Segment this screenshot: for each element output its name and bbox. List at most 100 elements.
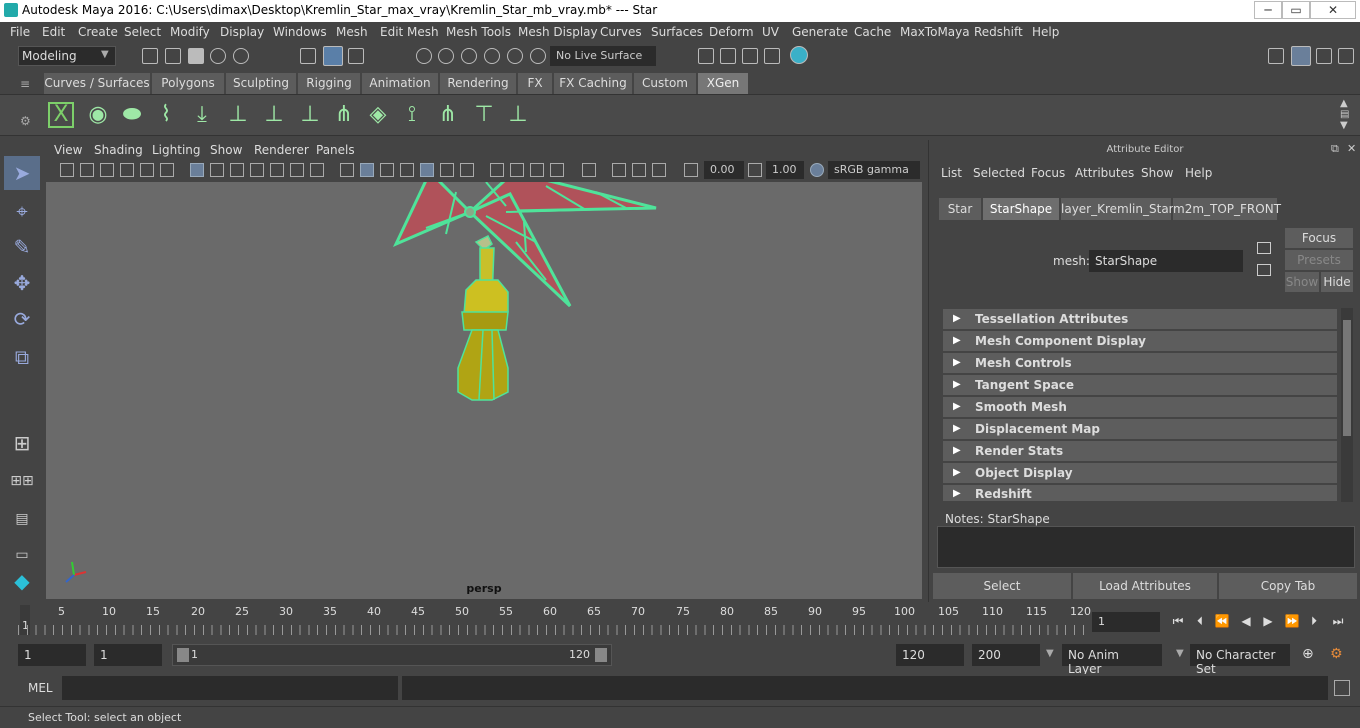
resolution-gate-icon[interactable] (230, 163, 244, 177)
snap-point-icon[interactable] (461, 48, 477, 64)
safe-title-icon[interactable] (310, 163, 324, 177)
ambient-occlusion-icon[interactable] (612, 163, 626, 177)
attribute-editor-toggle-icon[interactable] (1291, 46, 1311, 66)
snap-live-icon[interactable] (507, 48, 523, 64)
go-to-start-icon[interactable]: ⏮ (1168, 612, 1188, 630)
range-start-handle[interactable] (177, 648, 189, 662)
anti-aliasing-icon[interactable] (652, 163, 666, 177)
select-by-component-icon[interactable] (348, 48, 364, 64)
section-tessellation-attributes[interactable]: ▶ Tessellation Attributes (943, 309, 1337, 329)
history-icon[interactable] (530, 48, 546, 64)
menu-help[interactable]: Help (1032, 25, 1059, 39)
vp-menu-panels[interactable]: Panels (316, 143, 355, 157)
four-view-layout-icon[interactable]: ⊞⊞ (4, 464, 40, 498)
menu-curves[interactable]: Curves (600, 25, 642, 39)
shelf-options-gear-icon[interactable]: ⚙ (20, 114, 31, 128)
range-end-handle[interactable] (595, 648, 607, 662)
2d-pan-zoom-icon[interactable] (140, 163, 154, 177)
open-scene-icon[interactable] (165, 48, 181, 64)
xgen-splines-icon[interactable]: ⋔ (330, 100, 358, 130)
smooth-shade-icon[interactable] (360, 163, 374, 177)
animation-end-field[interactable]: 200 (972, 644, 1040, 666)
tab-xgen[interactable]: XGen (698, 73, 748, 94)
grid-toggle-icon[interactable] (190, 163, 204, 177)
single-view-layout-icon[interactable]: ⊞ (4, 426, 40, 460)
shelf-scroll-icon[interactable]: ▲ ▤ ▼ (1340, 98, 1349, 131)
xgen-editor-icon[interactable]: X (48, 102, 74, 128)
menu-mesh-tools[interactable]: Mesh Tools (446, 25, 511, 39)
range-slider[interactable]: 1 120 (172, 644, 612, 666)
menu-edit-mesh[interactable]: Edit Mesh (380, 25, 439, 39)
menuset-dropdown[interactable]: Modeling ▼ (18, 46, 116, 66)
section-displacement-map[interactable]: ▶ Displacement Map (943, 419, 1337, 439)
wireframe-icon[interactable] (340, 163, 354, 177)
section-render-stats[interactable]: ▶ Render Stats (943, 441, 1337, 461)
use-all-lights-icon[interactable] (440, 163, 454, 177)
chevron-down-icon[interactable]: ▼ (1046, 648, 1054, 659)
gamma-field[interactable]: 1.00 (766, 161, 804, 179)
xray-active-icon[interactable] (510, 163, 524, 177)
menu-cache[interactable]: Cache (854, 25, 891, 39)
xgen-lock-icon[interactable]: ⊥ (296, 100, 324, 130)
film-gate-icon[interactable] (210, 163, 224, 177)
star-model[interactable] (46, 182, 922, 599)
backface-culling-icon[interactable] (550, 163, 564, 177)
menu-mesh[interactable]: Mesh (336, 25, 368, 39)
animation-start-field[interactable]: 1 (18, 644, 86, 666)
xray-joints-icon[interactable] (530, 163, 544, 177)
xgen-layer-icon[interactable]: ◈ (364, 100, 392, 130)
gamma-icon[interactable] (748, 163, 762, 177)
menu-surfaces[interactable]: Surfaces (651, 25, 703, 39)
vp-menu-show[interactable]: Show (210, 143, 242, 157)
xgen-leaf-icon[interactable]: ⬬ (118, 100, 146, 130)
motion-blur-icon[interactable] (632, 163, 646, 177)
tool-settings-toggle-icon[interactable] (1316, 48, 1332, 64)
use-default-material-icon[interactable] (380, 163, 394, 177)
modeling-toolkit-icon[interactable] (1268, 48, 1284, 64)
bookmark-icon[interactable] (100, 163, 114, 177)
close-button[interactable]: ✕ (1310, 1, 1356, 19)
xray-icon[interactable] (490, 163, 504, 177)
anim-layer-dropdown[interactable]: No Anim Layer (1062, 644, 1162, 676)
isolate-select-icon[interactable] (582, 163, 596, 177)
xgen-select-icon[interactable]: ⋔ (434, 100, 462, 130)
playback-start-field[interactable]: 1 (94, 644, 162, 666)
wireframe-on-shaded-icon[interactable] (400, 163, 414, 177)
xgen-length-icon[interactable]: ⊤ (470, 100, 498, 130)
menu-generate[interactable]: Generate (792, 25, 848, 39)
render-current-icon[interactable] (720, 48, 736, 64)
menu-display[interactable]: Display (220, 25, 264, 39)
view-transform-field[interactable]: sRGB gamma (828, 161, 920, 179)
menu-mesh-display[interactable]: Mesh Display (518, 25, 598, 39)
section-mesh-component-display[interactable]: ▶ Mesh Component Display (943, 331, 1337, 351)
copy-tab-button[interactable]: Copy Tab (1219, 573, 1357, 599)
live-surface-field[interactable]: No Live Surface (550, 46, 656, 66)
ae-tab-starshape[interactable]: StarShape (983, 198, 1059, 220)
ae-menu-selected[interactable]: Selected (973, 166, 1025, 180)
character-set-dropdown[interactable]: No Character Set (1190, 644, 1290, 676)
go-output-icon[interactable] (1257, 264, 1271, 276)
minimize-button[interactable]: ─ (1254, 1, 1282, 19)
image-plane-icon[interactable] (120, 163, 134, 177)
ae-scrollbar[interactable] (1341, 308, 1353, 502)
menu-windows[interactable]: Windows (273, 25, 327, 39)
gate-mask-icon[interactable] (250, 163, 264, 177)
tab-polygons[interactable]: Polygons (152, 73, 224, 94)
shadows-icon[interactable] (460, 163, 474, 177)
menu-create[interactable]: Create (78, 25, 118, 39)
save-scene-icon[interactable] (188, 48, 204, 64)
snap-grid-icon[interactable] (416, 48, 432, 64)
select-tool-icon[interactable]: ➤ (4, 156, 40, 190)
ae-tab-layer-kremlin-star[interactable]: layer_Kremlin_Star (1061, 198, 1174, 220)
paint-select-tool-icon[interactable]: ✎ (4, 230, 40, 264)
playback-end-field[interactable]: 120 (896, 644, 964, 666)
xgen-delete-icon[interactable]: ⊥ (504, 100, 532, 130)
hypershade-icon[interactable] (790, 46, 808, 64)
field-chart-icon[interactable] (270, 163, 284, 177)
menu-modify[interactable]: Modify (170, 25, 210, 39)
ipr-render-icon[interactable] (742, 48, 758, 64)
ae-menu-help[interactable]: Help (1185, 166, 1212, 180)
vp-menu-lighting[interactable]: Lighting (152, 143, 201, 157)
xgen-add-guide-icon[interactable]: ⊥ (224, 100, 252, 130)
color-management-icon[interactable] (810, 163, 824, 177)
